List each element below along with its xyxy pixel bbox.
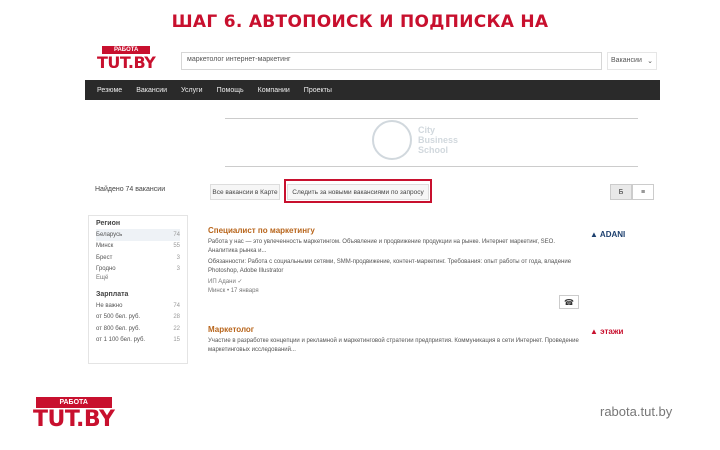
results-count: Найдено 74 вакансии [95,186,166,193]
company-logo-adani[interactable]: ▲ ADANI [590,230,625,239]
phone-icon[interactable]: ☎ [559,295,579,309]
filter-item[interactable]: от 500 бел. руб. 28 [96,312,180,324]
slide-logo-main: TUT.BY [33,407,115,432]
nav-item-projects[interactable]: Проекты [304,87,332,94]
banner-top-line [225,118,638,119]
region-heading: Регион [96,220,121,227]
banner-line-1: City [418,125,436,135]
site-logo-main: TUT.BY [97,53,156,72]
vacancy-description: Работа у нас — это увлеченность маркетин… [208,239,555,254]
filter-label: Минск [96,243,114,250]
filters-sidebar: Регион Беларусь 74 Минск 55 Брест 3 Грод… [88,215,188,364]
vacancy-title[interactable]: Маркетолог [208,325,583,334]
nav-item-resume[interactable]: Резюме [97,87,122,94]
company-logo-etazhi[interactable]: ▲ этажи [590,327,623,336]
salary-heading: Зарплата [96,291,129,298]
nav-item-help[interactable]: Помощь [217,87,244,94]
nav-item-vacancies[interactable]: Вакансии [136,87,167,94]
vacancy-description-extra: Обязанности: Работа с социальными сетями… [208,259,572,274]
vacancy-card: Маркетолог Участие в разработке концепци… [208,325,583,355]
nav-item-services[interactable]: Услуги [181,87,203,94]
filter-count: 74 [173,302,180,309]
filter-item[interactable]: от 800 бел. руб. 22 [96,323,180,335]
filter-count: 15 [173,337,180,344]
filter-count: 74 [173,231,180,238]
vacancy-title[interactable]: Специалист по маркетингу [208,226,583,235]
adani-triangle-icon: ▲ [590,230,598,239]
vacancy-employer[interactable]: ИП Адани ✓ [208,278,583,287]
filter-label: Гродно [96,266,116,273]
footer-url: rabota.tut.by [600,404,673,419]
filter-item[interactable]: Гродно 3 [96,264,180,276]
map-button[interactable]: Все вакансии в Карте [210,184,280,200]
banner-text: City Business School [418,125,458,155]
filter-label: от 800 бел. руб. [96,325,141,332]
nav-item-companies[interactable]: Компании [258,87,290,94]
chevron-down-icon: ⌄ [647,58,653,65]
main-nav: Резюме Вакансии Услуги Помощь Компании П… [85,80,660,100]
view-toggle: Б ≡ [610,184,654,200]
vacancy-card: Специалист по маркетингу Работа у нас — … [208,226,583,296]
filter-item[interactable]: от 1 100 бел. руб. 15 [96,335,180,347]
filter-count: 3 [176,266,180,273]
banner-line-2: Business [418,135,459,145]
filter-count: 28 [173,314,180,321]
slide-title: ШАГ 6. АВТОПОИСК И ПОДПИСКА НА [171,12,549,32]
filter-label: от 1 100 бел. руб. [96,337,146,344]
company-name: ADANI [599,230,626,239]
vacancy-location-date: Минск • 17 января [208,288,259,294]
view-grid-button[interactable]: Б [610,184,632,200]
filter-count: 55 [173,243,180,250]
filter-label: от 500 бел. руб. [96,314,141,321]
city-business-school-emblem-icon [372,120,412,160]
filter-item[interactable]: Минск 55 [96,241,180,253]
banner-line-3: School [418,145,449,155]
slide-logo: РАБОТА TUT.BY [33,397,115,432]
filter-item[interactable]: Брест 3 [96,252,180,264]
website-screenshot: РАБОТА TUT.BY маркетолог интернет-маркет… [85,42,660,364]
filter-item[interactable]: Не важно 74 [96,300,180,312]
banner-ad[interactable]: City Business School [372,120,458,160]
site-logo[interactable]: РАБОТА TUT.BY [97,46,156,72]
filter-label: Беларусь [96,231,123,238]
etazhi-triangle-icon: ▲ [590,327,598,336]
search-type-label: Вакансии [611,57,642,64]
view-list-button[interactable]: ≡ [632,184,654,200]
filter-label: Брест [96,254,113,261]
search-type-select[interactable]: Вакансии ⌄ [607,52,657,70]
banner-bottom-line [225,166,638,167]
subscribe-highlight-frame [284,179,432,203]
filter-count: 3 [176,254,180,261]
company-name: этажи [600,327,624,336]
vacancy-description: Участие в разработке концепции и рекламн… [208,338,579,353]
search-input[interactable]: маркетолог интернет-маркетинг [181,52,602,70]
filter-label: Не важно [96,302,123,309]
filter-item[interactable]: Беларусь 74 [96,229,180,241]
filter-count: 22 [173,325,180,332]
region-more-link[interactable]: Ещё [96,275,180,286]
